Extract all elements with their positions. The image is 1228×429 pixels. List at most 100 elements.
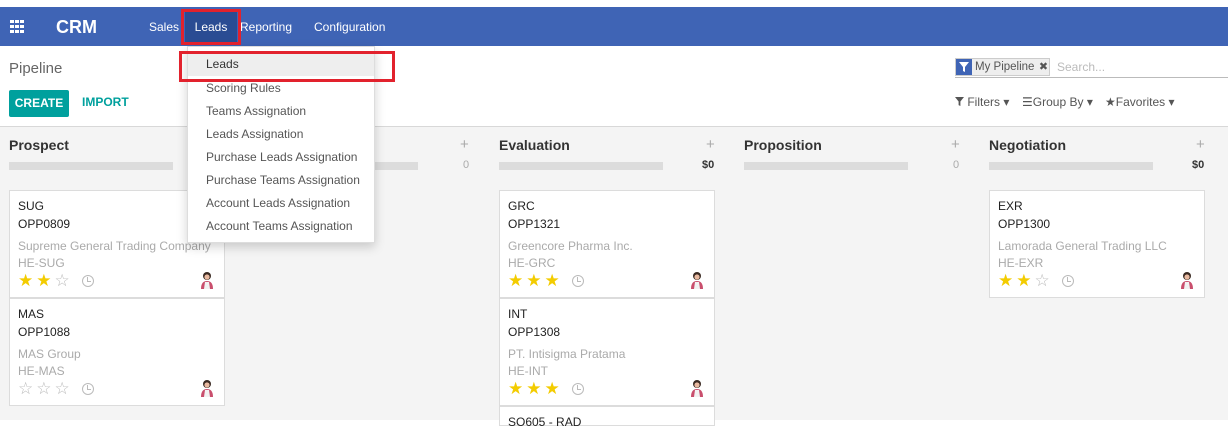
menu-sales[interactable]: Sales bbox=[149, 20, 179, 34]
card-reference: OPP1088 bbox=[18, 325, 71, 339]
card-code: GRC bbox=[508, 199, 535, 213]
activity-clock-icon[interactable] bbox=[82, 275, 94, 287]
card-tag: HE-MAS bbox=[18, 364, 65, 378]
breadcrumb: Pipeline bbox=[9, 60, 63, 77]
priority-stars[interactable]: ☆ ☆ ☆ bbox=[18, 380, 70, 397]
facet-label: My Pipeline bbox=[972, 59, 1038, 75]
menu-configuration[interactable]: Configuration bbox=[314, 20, 385, 34]
filters-button[interactable]: Filters ▾ bbox=[955, 95, 1009, 109]
star-outline-icon[interactable]: ☆ bbox=[18, 380, 33, 397]
avatar bbox=[1181, 272, 1193, 289]
star-icon[interactable]: ★ bbox=[545, 272, 560, 289]
kanban-card[interactable]: MAS OPP1088 MAS Group HE-MAS ☆ ☆ ☆ bbox=[9, 298, 225, 406]
star-icon[interactable]: ★ bbox=[1016, 272, 1031, 289]
card-tag: HE-EXR bbox=[998, 256, 1044, 270]
kanban-card[interactable]: GRC OPP1321 Greencore Pharma Inc. HE-GRC… bbox=[499, 190, 715, 298]
filters-label: Filters bbox=[967, 95, 1001, 109]
column-title: Negotiation bbox=[989, 137, 1066, 153]
caret-down-icon: ▾ bbox=[1168, 95, 1175, 109]
card-tag: HE-GRC bbox=[508, 256, 556, 270]
menu-reporting[interactable]: Reporting bbox=[240, 20, 298, 34]
star-icon[interactable]: ★ bbox=[508, 380, 523, 397]
highlight-box-leads-menu bbox=[181, 9, 241, 45]
activity-clock-icon[interactable] bbox=[1062, 275, 1074, 287]
add-plus-icon[interactable]: + bbox=[460, 136, 469, 153]
group-by-button[interactable]: ☰Group By ▾ bbox=[1022, 95, 1093, 109]
card-code: MAS bbox=[18, 307, 45, 321]
facet-close-icon[interactable]: ✖ bbox=[1037, 59, 1050, 75]
avatar bbox=[201, 380, 213, 397]
priority-stars[interactable]: ★ ★ ☆ bbox=[998, 272, 1050, 289]
card-tag: HE-INT bbox=[508, 364, 548, 378]
filter-icon bbox=[956, 59, 972, 75]
dropdown-item-leads-assignation[interactable]: Leads Assignation bbox=[188, 123, 374, 146]
avatar bbox=[201, 272, 213, 289]
card-reference: OPP0809 bbox=[18, 217, 71, 231]
card-code: SO605 - RAD bbox=[508, 415, 582, 429]
card-reference: OPP1300 bbox=[998, 217, 1051, 231]
star-icon[interactable]: ★ bbox=[36, 272, 51, 289]
star-icon[interactable]: ★ bbox=[998, 272, 1013, 289]
star-icon[interactable]: ★ bbox=[545, 380, 560, 397]
star-icon[interactable]: ★ bbox=[526, 272, 541, 289]
kanban-card-partial[interactable]: SO605 - RAD bbox=[499, 406, 715, 429]
kanban-board: Prospect + 0 Evaluation + $0 Proposition… bbox=[0, 127, 1228, 429]
card-partner: Lamorada General Trading LLC bbox=[998, 239, 1167, 253]
dropdown-item-purchase-leads-assignation[interactable]: Purchase Leads Assignation bbox=[188, 146, 374, 169]
column-title: Prospect bbox=[9, 137, 69, 153]
card-tag: HE-SUG bbox=[18, 256, 65, 270]
app-brand[interactable]: CRM bbox=[56, 17, 97, 38]
column-progress-bar bbox=[499, 162, 663, 170]
column-sum: $0 bbox=[1192, 159, 1205, 171]
card-reference: OPP1308 bbox=[508, 325, 561, 339]
card-partner: MAS Group bbox=[18, 347, 81, 361]
star-icon[interactable]: ★ bbox=[18, 272, 33, 289]
priority-stars[interactable]: ★ ★ ★ bbox=[508, 380, 560, 397]
star-outline-icon[interactable]: ☆ bbox=[36, 380, 51, 397]
column-progress-bar bbox=[989, 162, 1153, 170]
priority-stars[interactable]: ★ ★ ☆ bbox=[18, 272, 70, 289]
column-title: Proposition bbox=[744, 137, 822, 153]
activity-clock-icon[interactable] bbox=[572, 275, 584, 287]
star-icon[interactable]: ★ bbox=[526, 380, 541, 397]
column-sum: 0 bbox=[463, 159, 470, 171]
star-icon[interactable]: ★ bbox=[508, 272, 523, 289]
dropdown-item-account-teams-assignation[interactable]: Account Teams Assignation bbox=[188, 215, 374, 238]
priority-stars[interactable]: ★ ★ ★ bbox=[508, 272, 560, 289]
import-button[interactable]: IMPORT bbox=[82, 95, 129, 109]
card-reference: OPP1321 bbox=[508, 217, 561, 231]
card-partner: Supreme General Trading Company bbox=[18, 239, 211, 253]
star-icon: ★ bbox=[1105, 95, 1116, 109]
column-sum: 0 bbox=[953, 159, 960, 171]
dropdown-item-account-leads-assignation[interactable]: Account Leads Assignation bbox=[188, 192, 374, 215]
favorites-button[interactable]: ★Favorites ▾ bbox=[1105, 95, 1175, 109]
search-bar[interactable]: My Pipeline ✖ Search... bbox=[955, 56, 1228, 78]
star-outline-icon[interactable]: ☆ bbox=[55, 272, 70, 289]
kanban-card[interactable]: INT OPP1308 PT. Intisigma Pratama HE-INT… bbox=[499, 298, 715, 406]
card-code: EXR bbox=[998, 199, 1023, 213]
star-outline-icon[interactable]: ☆ bbox=[55, 380, 70, 397]
add-plus-icon[interactable]: + bbox=[706, 136, 715, 153]
apps-grid-icon[interactable] bbox=[10, 20, 25, 33]
add-plus-icon[interactable]: + bbox=[1196, 136, 1205, 153]
kanban-card[interactable]: EXR OPP1300 Lamorada General Trading LLC… bbox=[989, 190, 1205, 298]
activity-clock-icon[interactable] bbox=[82, 383, 94, 395]
caret-down-icon: ▾ bbox=[1003, 95, 1010, 109]
highlight-box-leads-item bbox=[179, 51, 395, 82]
add-plus-icon[interactable]: + bbox=[951, 136, 960, 153]
search-input[interactable]: Search... bbox=[1057, 60, 1105, 74]
column-progress-bar bbox=[744, 162, 908, 170]
dropdown-item-purchase-teams-assignation[interactable]: Purchase Teams Assignation bbox=[188, 169, 374, 192]
funnel-icon bbox=[955, 95, 967, 109]
group-by-label: Group By bbox=[1032, 95, 1084, 109]
card-partner: PT. Intisigma Pratama bbox=[508, 347, 626, 361]
create-button[interactable]: CREATE bbox=[9, 90, 69, 117]
avatar bbox=[691, 380, 703, 397]
column-progress-bar bbox=[9, 162, 173, 170]
activity-clock-icon[interactable] bbox=[572, 383, 584, 395]
column-title: Evaluation bbox=[499, 137, 570, 153]
star-outline-icon[interactable]: ☆ bbox=[1035, 272, 1050, 289]
card-code: SUG bbox=[18, 199, 45, 213]
favorites-label: Favorites bbox=[1115, 95, 1166, 109]
dropdown-item-teams-assignation[interactable]: Teams Assignation bbox=[188, 100, 374, 123]
